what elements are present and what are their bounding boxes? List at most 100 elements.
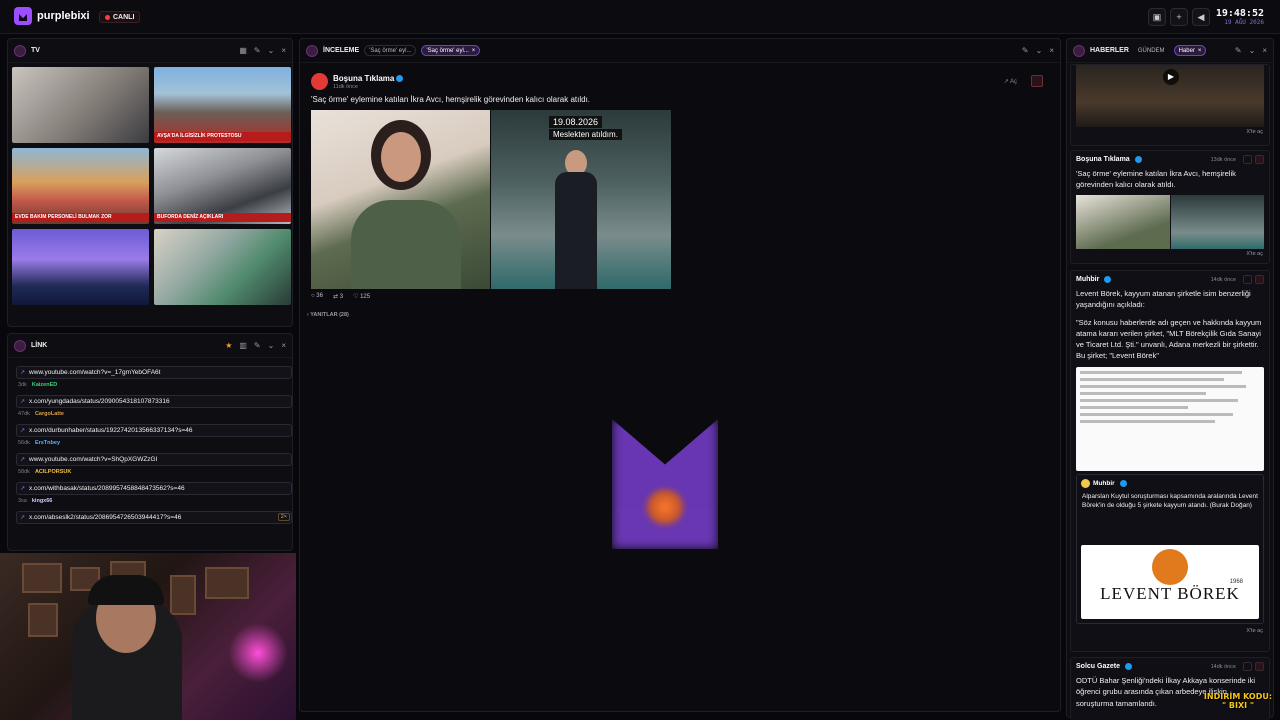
volume-button[interactable]: ◀: [1192, 8, 1210, 26]
close-icon[interactable]: ×: [281, 46, 286, 55]
chevron-down-icon[interactable]: ⌄: [1249, 46, 1256, 55]
close-icon[interactable]: ×: [281, 341, 286, 350]
link-user[interactable]: kingx66: [32, 498, 52, 504]
post-author[interactable]: Boşuna Tıklama: [333, 74, 394, 83]
post-stats: ○ 36 ⇄ 3 ♡ 125: [311, 293, 370, 300]
live-dot-icon: [105, 14, 110, 20]
link-user[interactable]: CargoLatte: [35, 411, 64, 417]
edit-icon[interactable]: ✎: [1235, 46, 1242, 55]
edit-icon[interactable]: ✎: [1022, 46, 1029, 55]
link-age: 58dk: [18, 469, 30, 475]
tv-stream[interactable]: AVŞA'DA İLGİSİZLİK PROTESTOSU: [154, 67, 291, 143]
open-on-x-link[interactable]: X'te aç: [1071, 249, 1269, 260]
play-icon[interactable]: ▶: [1163, 69, 1179, 85]
link-user[interactable]: ACILPORSUK: [35, 469, 71, 475]
image-suit: [555, 172, 597, 289]
post-image-right[interactable]: 19.08.2026 Meslekten atıldım.: [491, 110, 671, 289]
news-images[interactable]: [1076, 194, 1264, 249]
trash-icon[interactable]: ▥: [239, 341, 247, 350]
tv-stream[interactable]: [12, 229, 149, 305]
repost-count[interactable]: ⇄ 3: [333, 293, 343, 300]
clock-time: 19:48:52: [1215, 8, 1264, 19]
bookmark-icon[interactable]: [1255, 275, 1264, 284]
news-source[interactable]: Solcu Gazete: [1076, 663, 1120, 670]
avatar[interactable]: [311, 73, 328, 90]
like-count-value: 125: [360, 294, 371, 300]
post-image-left[interactable]: [311, 110, 490, 289]
open-button[interactable]: ↗ Aç: [1004, 78, 1017, 85]
link-user[interactable]: KaizenED: [32, 382, 57, 388]
notify-icon[interactable]: [1243, 155, 1252, 164]
close-icon[interactable]: ×: [472, 48, 476, 54]
bookmark-icon[interactable]: [1255, 155, 1264, 164]
link-user[interactable]: ErsTnbey: [35, 440, 60, 446]
document-image[interactable]: [1076, 366, 1264, 471]
logo-year: 1968: [1229, 578, 1243, 585]
add-panel-button[interactable]: +: [1170, 8, 1188, 26]
news-source[interactable]: Boşuna Tıklama: [1076, 156, 1130, 163]
close-icon[interactable]: ×: [1049, 46, 1054, 55]
news-card: Boşuna Tıklama 13dk önce 'Saç örme' eyle…: [1070, 150, 1270, 264]
link-url[interactable]: www.youtube.com/watch?v=ShQpXGWZzGI: [16, 453, 292, 466]
link-url[interactable]: x.com/durbunhaber/status/192274201356633…: [16, 424, 292, 437]
doc-line: [1080, 398, 1239, 402]
quoted-post[interactable]: Muhbir Alparslan Kuytul soruşturması kap…: [1076, 473, 1264, 624]
notify-icon[interactable]: [1243, 275, 1252, 284]
image-button[interactable]: ▣: [1148, 8, 1166, 26]
promo-code-overlay: İNDİRİM KODU: " BIXI ": [1196, 692, 1280, 710]
list-item: www.youtube.com/watch?v=ShQpXGWZzGI 58dk…: [16, 453, 292, 475]
open-on-x-link[interactable]: X'te aç: [1071, 626, 1269, 637]
chevron-down-icon[interactable]: ⌄: [268, 46, 275, 55]
edit-icon[interactable]: ✎: [254, 341, 261, 350]
grid-icon[interactable]: ▦: [239, 46, 247, 55]
doc-line: [1080, 405, 1188, 409]
replies-toggle[interactable]: › YANITLAR (28): [307, 312, 349, 318]
brand-logo[interactable]: purplebixi: [14, 7, 90, 25]
close-icon[interactable]: ×: [1198, 48, 1202, 54]
doc-line: [1080, 419, 1215, 423]
tab-haber[interactable]: Haber ×: [1173, 45, 1207, 56]
tv-stream[interactable]: EVDE BAKIM PERSONELİ BULMAK ZOR: [12, 148, 149, 224]
quoted-source[interactable]: Muhbir: [1093, 480, 1115, 487]
chevron-down-icon[interactable]: ⌄: [268, 341, 275, 350]
search-icon: [306, 44, 318, 57]
tab-chip-active[interactable]: 'Saç örme' eyl... ×: [421, 45, 481, 56]
news-image: [1076, 194, 1170, 249]
news-panel-title: HABERLER: [1090, 47, 1129, 54]
count-badge: 2×: [277, 513, 290, 521]
verified-icon: [1134, 156, 1142, 163]
clock-date: 19 AĞU 2026: [1224, 19, 1264, 26]
post-text: 'Saç örme' eylemine katılan İkra Avcı, h…: [311, 95, 591, 104]
notify-icon[interactable]: [1243, 662, 1252, 671]
chevron-down-icon[interactable]: ⌄: [1036, 46, 1043, 55]
news-time: 14dk önce: [1210, 276, 1236, 283]
list-item: www.youtube.com/watch?v=_17gmYebOFA6t 3d…: [16, 366, 292, 388]
news-source[interactable]: Muhbir: [1076, 276, 1099, 283]
open-on-x-link[interactable]: X'te aç: [1071, 127, 1269, 138]
bookmark-icon[interactable]: [1255, 662, 1264, 671]
tv-stream[interactable]: BUFORDA DENİZ AÇIKLARI: [154, 148, 291, 224]
link-panel: LİNK ★ ▥ ✎ ⌄ × www.youtube.com/watch?v=_…: [7, 333, 293, 551]
bookmark-button[interactable]: [1031, 75, 1043, 87]
image-caption: Meslekten atıldım.: [549, 129, 622, 140]
star-icon[interactable]: ★: [225, 341, 232, 350]
link-url[interactable]: x.com/yungdadas/status/20900543181078733…: [16, 395, 292, 408]
verified-icon: [1124, 663, 1132, 670]
tv-stream[interactable]: [12, 67, 149, 143]
link-list: www.youtube.com/watch?v=_17gmYebOFA6t 3d…: [16, 366, 292, 531]
tab-chip[interactable]: 'Saç örme' eyl...: [364, 45, 417, 56]
edit-icon[interactable]: ✎: [254, 46, 261, 55]
levent-borek-logo: 1968 LEVENT BÖREK: [1081, 544, 1259, 619]
quoted-text: Alparslan Kuytul soruşturması kapsamında…: [1082, 492, 1258, 510]
link-url[interactable]: www.youtube.com/watch?v=_17gmYebOFA6t: [16, 366, 292, 379]
like-count[interactable]: ♡ 125: [353, 293, 370, 300]
video-thumbnail[interactable]: ▶: [1076, 65, 1264, 127]
link-url[interactable]: x.com/abseslk2/status/208695472650394441…: [16, 511, 292, 524]
link-url[interactable]: x.com/withbasak/status/20899574588484735…: [16, 482, 292, 495]
brand-name: purplebixi: [37, 10, 90, 22]
tv-stream[interactable]: [154, 229, 291, 305]
close-icon[interactable]: ×: [1262, 46, 1267, 55]
reply-count[interactable]: ○ 36: [311, 293, 323, 300]
webcam-overlay: [0, 553, 296, 720]
tab-gundem[interactable]: GÜNDEM: [1134, 45, 1169, 56]
